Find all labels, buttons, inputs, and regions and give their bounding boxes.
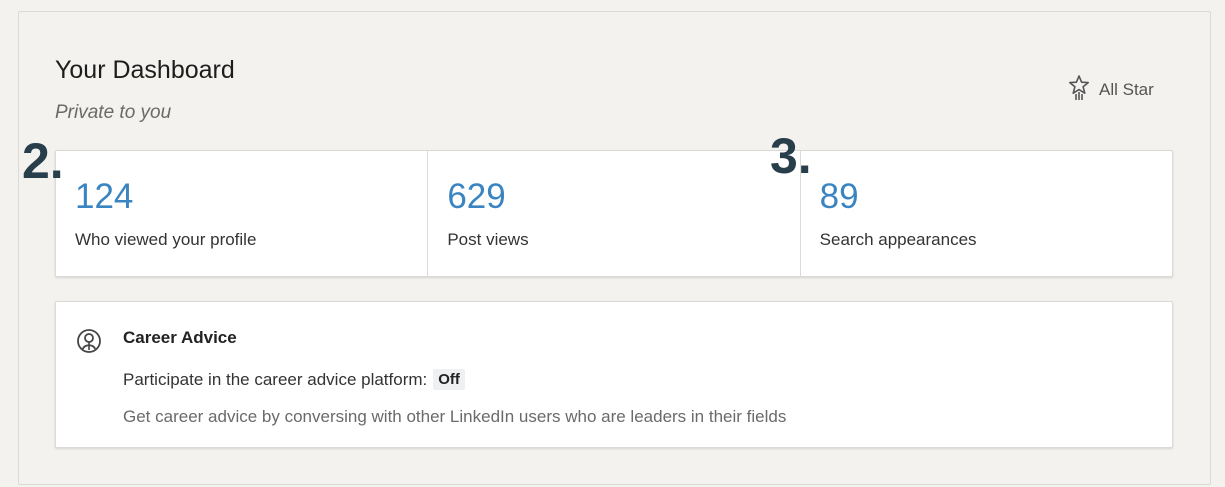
career-advice-setting[interactable]: Participate in the career advice platfor… bbox=[123, 369, 465, 390]
stat-value: 124 bbox=[75, 177, 134, 216]
dashboard-subtitle: Private to you bbox=[55, 102, 172, 123]
career-advice-title: Career Advice bbox=[123, 328, 237, 347]
stat-value: 629 bbox=[447, 177, 506, 216]
annotation-marker-2: 2. bbox=[22, 133, 64, 189]
stat-post-views[interactable]: 629 Post views bbox=[427, 151, 799, 276]
stat-profile-views[interactable]: 124 Who viewed your profile bbox=[56, 151, 427, 276]
stats-card: 124 Who viewed your profile 629 Post vie… bbox=[55, 150, 1173, 277]
stat-label: Search appearances bbox=[819, 230, 977, 249]
career-advice-description: Get career advice by conversing with oth… bbox=[123, 407, 787, 426]
career-advice-card: Career Advice Participate in the career … bbox=[55, 301, 1173, 448]
stat-search-appearances[interactable]: 89 Search appearances bbox=[799, 151, 1172, 276]
all-star-icon bbox=[1068, 74, 1090, 106]
all-star-label: All Star bbox=[1099, 80, 1154, 99]
career-advice-icon bbox=[76, 328, 102, 354]
annotation-marker-3: 3. bbox=[770, 128, 812, 184]
all-star-badge[interactable]: All Star bbox=[1068, 74, 1154, 106]
stat-value: 89 bbox=[819, 177, 859, 216]
career-advice-setting-label: Participate in the career advice platfor… bbox=[123, 369, 428, 389]
career-advice-toggle[interactable]: Off bbox=[433, 369, 465, 390]
dashboard-title: Your Dashboard bbox=[55, 56, 235, 84]
stat-label: Post views bbox=[447, 230, 529, 249]
stat-label: Who viewed your profile bbox=[75, 230, 257, 249]
